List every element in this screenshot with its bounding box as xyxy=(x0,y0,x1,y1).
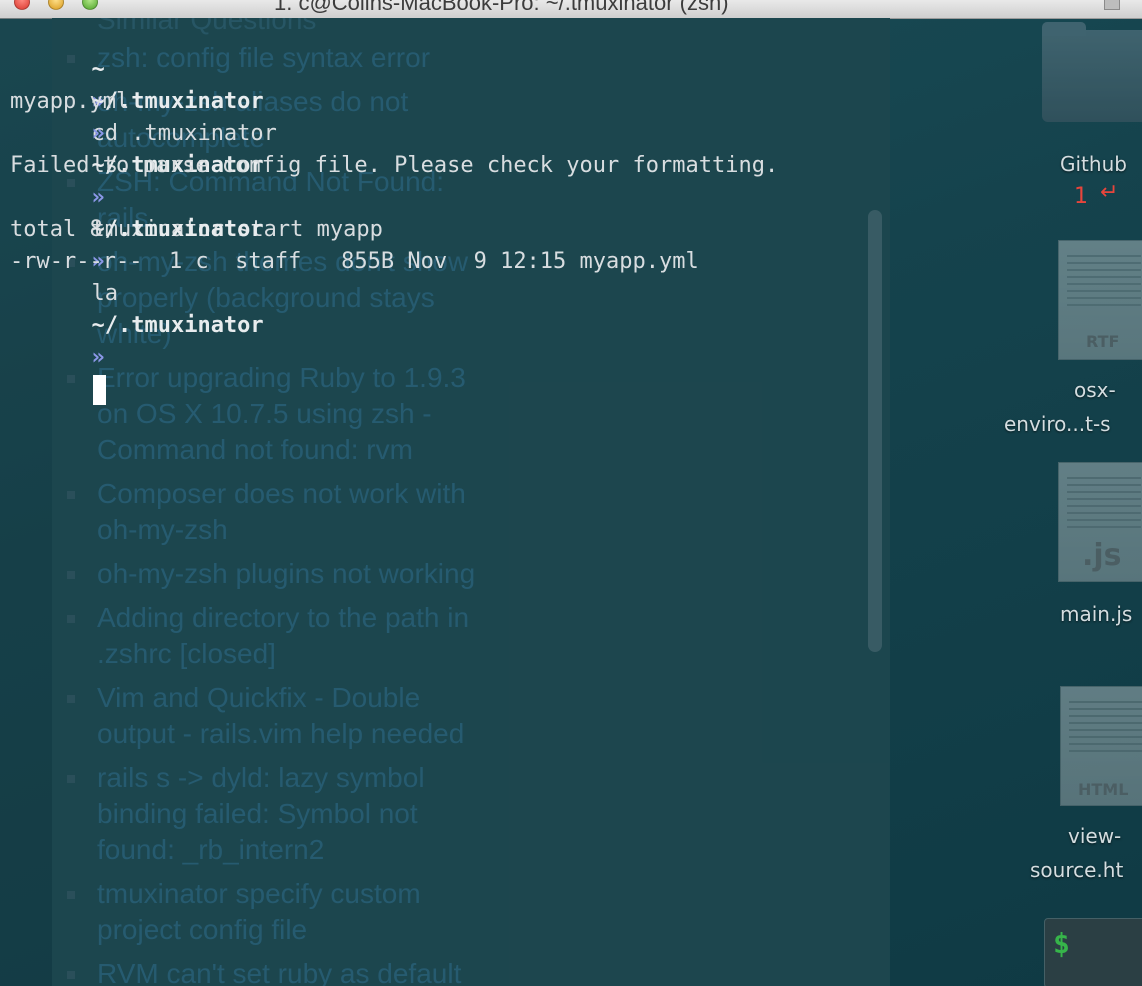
close-window-button[interactable] xyxy=(14,0,30,10)
terminal-pane[interactable]: ~ » cd .tmuxinator ~/.tmuxinator » ls my… xyxy=(0,18,890,986)
desktop: Github 1 ↵ RTF osx- enviro...t-s .js mai… xyxy=(890,18,1142,986)
terminal-prompt-glyph: $ xyxy=(1053,927,1070,960)
file-type-label: HTML xyxy=(1078,780,1129,799)
terminal-line: ~/.tmuxinator » la xyxy=(12,182,263,306)
fullscreen-icon[interactable] xyxy=(1104,0,1120,10)
terminal-title-bar[interactable]: 1. c@Colins-MacBook-Pro: ~/.tmuxinator (… xyxy=(0,0,1142,19)
terminal-line: ~/.tmuxinator » tmuxinator start myapp xyxy=(12,118,382,242)
desktop-file-label[interactable]: osx- xyxy=(1074,378,1116,402)
command-output: total 8 xyxy=(10,217,103,242)
file-type-label: .js xyxy=(1082,538,1122,573)
file-type-label: RTF xyxy=(1086,332,1120,351)
text-cursor xyxy=(93,375,107,405)
terminal-line: ~/.tmuxinator » ls xyxy=(12,54,263,178)
return-arrow-icon: ↵ xyxy=(1100,180,1119,205)
command-output: -rw-r--r-- 1 c staff 855B Nov 9 12:15 my… xyxy=(10,249,699,274)
desktop-file-label[interactable]: enviro...t-s xyxy=(1004,412,1111,436)
terminal-app-icon[interactable]: $ xyxy=(1044,918,1142,986)
terminal-scrollbar[interactable] xyxy=(868,210,882,652)
zoom-window-button[interactable] xyxy=(82,0,98,10)
command-output: myapp.yml xyxy=(10,89,130,114)
window-title: 1. c@Colins-MacBook-Pro: ~/.tmuxinator (… xyxy=(274,0,729,15)
terminal-line: ~ » cd .tmuxinator xyxy=(12,22,276,146)
desktop-file-label[interactable]: view- xyxy=(1068,824,1121,848)
desktop-file-label[interactable]: source.ht xyxy=(1030,858,1123,882)
desktop-file-label[interactable]: main.js xyxy=(1060,602,1132,626)
screen: 1. c@Colins-MacBook-Pro: ~/.tmuxinator (… xyxy=(0,0,1142,986)
desktop-folder-label[interactable]: Github xyxy=(1060,152,1127,176)
notification-count: 1 xyxy=(1074,184,1088,209)
prompt-arrow-icon: » xyxy=(91,345,105,370)
error-message: Failed to parse config file. Please chec… xyxy=(10,153,779,178)
minimize-window-button[interactable] xyxy=(48,0,64,10)
terminal-input-line[interactable]: ~/.tmuxinator » xyxy=(12,278,264,405)
prompt-directory: ~/.tmuxinator xyxy=(91,217,264,242)
folder-icon[interactable] xyxy=(1042,22,1142,122)
prompt-directory: ~/.tmuxinator xyxy=(91,313,264,338)
